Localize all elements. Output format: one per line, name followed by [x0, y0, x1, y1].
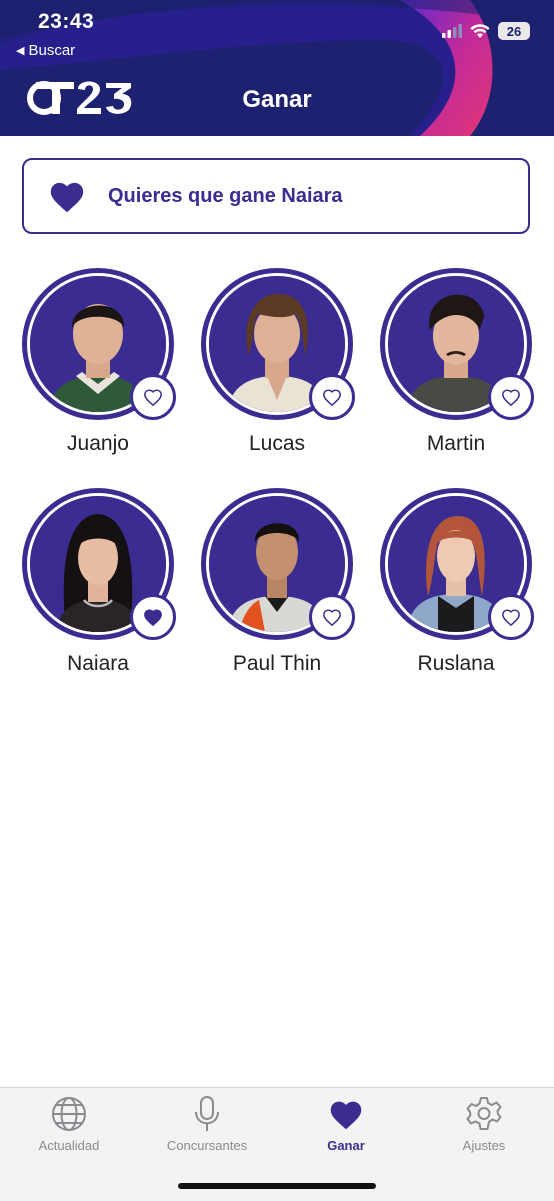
back-link-label: Buscar: [28, 42, 76, 59]
wifi-icon: [470, 23, 490, 38]
heart-filled-icon: [144, 609, 162, 627]
contestant-card-lucas[interactable]: Lucas: [199, 268, 355, 468]
contestant-card-paul-thin[interactable]: Paul Thin: [199, 488, 355, 688]
heart-outline-icon: [323, 389, 341, 407]
contestant-card-juanjo[interactable]: Juanjo: [20, 268, 176, 468]
heart-outline-icon: [144, 389, 162, 407]
favorite-toggle-button[interactable]: [309, 594, 355, 640]
status-time: 23:43: [38, 10, 95, 33]
tab-ganar[interactable]: Ganar: [277, 1094, 415, 1153]
gear-icon: [466, 1097, 502, 1130]
contestant-card-martin[interactable]: Martin: [378, 268, 534, 468]
heart-outline-icon: [502, 389, 520, 407]
favorite-winner-banner: Quieres que gane Naiara: [22, 158, 530, 234]
battery-icon: 26: [498, 22, 530, 40]
globe-icon: [52, 1097, 86, 1131]
favorite-toggle-button[interactable]: [488, 594, 534, 640]
contestant-name: Martin: [426, 432, 486, 455]
contestant-card-naiara[interactable]: Naiara: [20, 488, 176, 688]
microphone-icon: [195, 1096, 219, 1131]
contestant-card-ruslana[interactable]: Ruslana: [378, 488, 534, 688]
tab-label: Ganar: [327, 1138, 365, 1153]
contestant-name: Paul Thin: [232, 652, 322, 675]
cellular-signal-icon: [442, 24, 462, 38]
favorite-toggle-button[interactable]: [309, 374, 355, 420]
home-indicator: [178, 1183, 376, 1189]
favorite-toggle-button[interactable]: [130, 374, 176, 420]
app-header: 23:43 ◀ Buscar 26 Ganar: [0, 0, 554, 136]
heart-filled-icon: [50, 182, 84, 213]
heart-icon: [330, 1101, 362, 1130]
status-icons: 26: [442, 22, 530, 40]
contestant-name: Lucas: [248, 432, 306, 455]
heart-outline-icon: [323, 609, 341, 627]
back-to-search-link[interactable]: ◀ Buscar: [16, 42, 75, 59]
contestant-name: Juanjo: [67, 432, 129, 455]
tab-concursantes[interactable]: Concursantes: [138, 1094, 276, 1153]
heart-outline-icon: [502, 609, 520, 627]
page-title: Ganar: [242, 86, 312, 113]
favorite-toggle-button[interactable]: [488, 374, 534, 420]
contestant-name: Naiara: [67, 652, 129, 675]
tab-ajustes[interactable]: Ajustes: [415, 1094, 553, 1153]
tab-label: Actualidad: [38, 1138, 100, 1153]
tab-actualidad[interactable]: Actualidad: [0, 1094, 138, 1153]
back-arrow-icon: ◀: [16, 45, 25, 57]
contestant-name: Ruslana: [417, 652, 495, 675]
tab-label: Ajustes: [462, 1138, 506, 1153]
banner-text: Quieres que gane Naiara: [108, 184, 343, 207]
tab-label: Concursantes: [166, 1138, 248, 1153]
favorite-toggle-button[interactable]: [130, 594, 176, 640]
